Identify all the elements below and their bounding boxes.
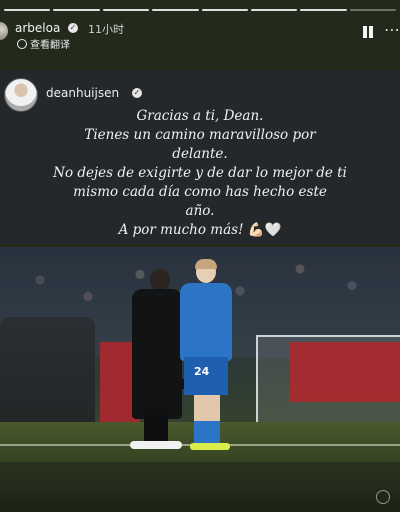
- coach-head: [150, 269, 170, 291]
- background-players: [0, 317, 95, 427]
- quote-line: Tienes un camino maravilloso por: [84, 127, 316, 143]
- story-progress-segment: [152, 9, 199, 11]
- story-progress-segment: [300, 9, 347, 11]
- player-boots: [190, 443, 230, 450]
- story-progress-segment: [201, 9, 248, 11]
- story-progress-segment: [102, 9, 150, 11]
- story-header: arbeloa ✓ 11小时 查看翻译 ⋯: [0, 16, 400, 56]
- player-number: 24: [194, 365, 210, 378]
- story-username[interactable]: arbeloa: [15, 21, 60, 35]
- story-progress-segment: [250, 9, 298, 11]
- quote-line: A por mucho más! 💪🏻🤍: [14, 221, 386, 240]
- player-hair: [195, 259, 217, 269]
- verified-icon: ✓: [132, 88, 142, 98]
- shared-post-card[interactable]: deanhuijsen ✓ Gracias a ti, Dean. Tienes…: [0, 70, 400, 244]
- story-photo: 24: [0, 247, 400, 462]
- quote-line: Gracias a ti, Dean.: [136, 108, 264, 124]
- coach-shoes: [130, 441, 182, 449]
- story-time-ago: 11小时: [88, 23, 124, 36]
- story-progress-segment: [53, 9, 100, 11]
- story-progress-bars: [4, 9, 396, 11]
- story-progress-segment: [349, 9, 396, 11]
- shared-post-quote: Gracias a ti, Dean. Tienes un camino mar…: [0, 107, 400, 240]
- quote-line: mismo cada día como has hecho este: [73, 184, 327, 200]
- quote-closing-text: A por mucho más!: [118, 222, 244, 238]
- story-background: [0, 462, 400, 512]
- avatar[interactable]: [0, 22, 8, 40]
- player-shorts: 24: [184, 357, 228, 395]
- globe-icon: [17, 38, 27, 49]
- coach-coat: [132, 289, 182, 419]
- translate-button[interactable]: 查看翻译: [17, 36, 70, 51]
- player-figure: 24: [176, 259, 234, 451]
- pause-icon[interactable]: [362, 26, 374, 38]
- shared-post-username[interactable]: deanhuijsen: [46, 86, 119, 100]
- quote-line: No dejes de exigirte y de dar lo mejor d…: [53, 165, 347, 181]
- verified-icon: ✓: [68, 23, 78, 33]
- watermark-icon: [376, 490, 390, 504]
- quote-emoji: 💪🏻🤍: [247, 222, 282, 238]
- quote-line: delante.: [172, 146, 228, 162]
- translate-label: 查看翻译: [30, 40, 70, 51]
- player-socks: [194, 421, 220, 445]
- more-icon[interactable]: ⋯: [384, 20, 400, 39]
- player-shirt: [180, 283, 232, 389]
- story-progress-segment: [4, 9, 51, 11]
- quote-line: año.: [185, 203, 215, 219]
- dugout-seats: [290, 342, 400, 402]
- coach-legs: [144, 409, 168, 445]
